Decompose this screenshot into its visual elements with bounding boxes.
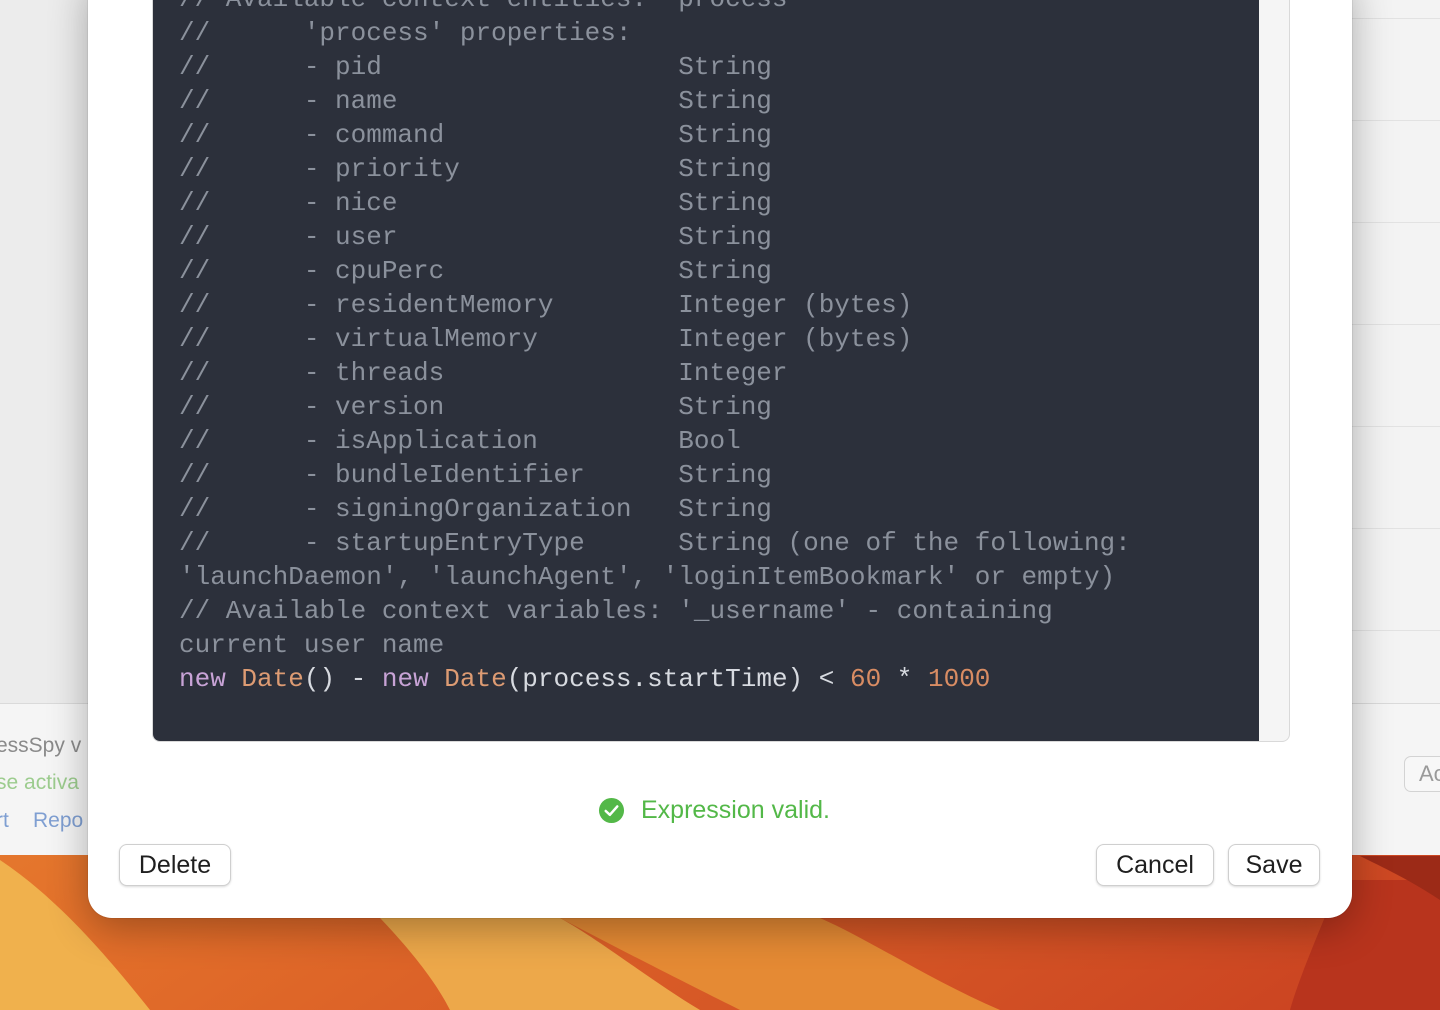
code-token: // - pid String: [179, 52, 772, 82]
code-line: // - residentMemory Integer (bytes): [179, 288, 1131, 322]
code-line: // - signingOrganization String: [179, 492, 1131, 526]
footer-link[interactable]: rt: [0, 809, 9, 833]
code-token: (process.startTime) <: [506, 664, 850, 694]
code-token: *: [881, 664, 928, 694]
code-token: // - residentMemory Integer (bytes): [179, 290, 913, 320]
validation-message: Expression valid.: [641, 795, 830, 824]
code-token: // - user String: [179, 222, 772, 252]
code-token: Date: [444, 664, 507, 694]
code-token: // 'process' properties:: [179, 18, 632, 48]
code-token: Date: [241, 664, 304, 694]
cancel-button[interactable]: Cancel: [1096, 844, 1214, 886]
delete-button[interactable]: Delete: [119, 844, 231, 886]
code-token: // - virtualMemory Integer (bytes): [179, 324, 913, 354]
code-line: // - cpuPerc String: [179, 254, 1131, 288]
code-token: // Available context variables: '_userna…: [179, 596, 1053, 626]
code-token: // - threads Integer: [179, 358, 788, 388]
code-line: new Date() - new Date(process.startTime)…: [179, 662, 1131, 696]
code-line: // 'process' properties:: [179, 16, 1131, 50]
code-line: // - isApplication Bool: [179, 424, 1131, 458]
code-token: // Available context entities: process: [179, 0, 788, 14]
code-token: new: [179, 664, 226, 694]
code-token: // - nice String: [179, 188, 772, 218]
code-token: // - cpuPerc String: [179, 256, 772, 286]
app-version-text: essSpy v: [0, 734, 82, 757]
code-line: current user name: [179, 628, 1131, 662]
checkmark-circle-icon: [598, 797, 625, 823]
code-token: // - isApplication Bool: [179, 426, 741, 456]
code-token: () -: [303, 664, 382, 694]
code-token: // - bundleIdentifier String: [179, 460, 772, 490]
code-line: // - nice String: [179, 186, 1131, 220]
code-line: // - bundleIdentifier String: [179, 458, 1131, 492]
code-line: // - pid String: [179, 50, 1131, 84]
code-line: // Available context variables: '_userna…: [179, 594, 1131, 628]
code-token: // - priority String: [179, 154, 772, 184]
license-status-text: se activa: [0, 771, 79, 794]
code-line: // - version String: [179, 390, 1131, 424]
code-line: // - name String: [179, 84, 1131, 118]
code-token: new: [381, 664, 429, 694]
report-link[interactable]: Repo: [33, 809, 83, 833]
code-line: // - startupEntryType String (one of the…: [179, 526, 1131, 560]
validation-status: Expression valid.: [598, 795, 830, 825]
code-token: 60: [849, 664, 882, 694]
code-line: // - command String: [179, 118, 1131, 152]
code-token: // - startupEntryType String (one of the…: [179, 528, 1131, 558]
code-token: // - version String: [179, 392, 772, 422]
code-token: 1000: [928, 664, 991, 694]
code-line: // - user String: [179, 220, 1131, 254]
code-line: 'launchDaemon', 'launchAgent', 'loginIte…: [179, 560, 1131, 594]
code-editor-frame: // Available context entities: process //…: [152, 0, 1290, 742]
code-token: // - command String: [179, 120, 772, 150]
code-line: // Available context entities: process: [179, 0, 1131, 16]
save-button[interactable]: Save: [1228, 844, 1320, 886]
expression-editor-sheet: // Available context entities: process //…: [88, 0, 1352, 918]
code-token: // - signingOrganization String: [179, 494, 772, 524]
code-text[interactable]: // Available context entities: process //…: [179, 0, 1131, 696]
code-token: current user name: [179, 630, 445, 660]
code-token: 'launchDaemon', 'launchAgent', 'loginIte…: [179, 562, 1116, 592]
background-add-button[interactable]: Ac: [1404, 756, 1440, 792]
code-editor[interactable]: // Available context entities: process //…: [153, 0, 1259, 741]
code-line: // - priority String: [179, 152, 1131, 186]
code-line: // - virtualMemory Integer (bytes): [179, 322, 1131, 356]
code-line: // - threads Integer: [179, 356, 1131, 390]
code-token: // - name String: [179, 86, 772, 116]
